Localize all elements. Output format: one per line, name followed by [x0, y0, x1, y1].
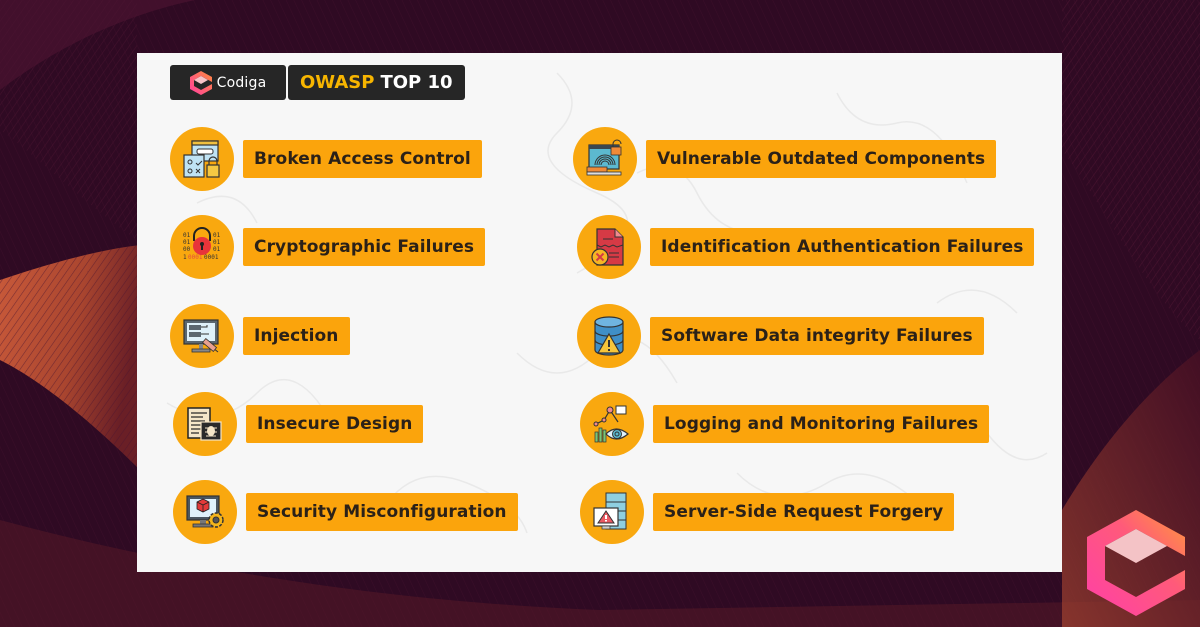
list-item-broken-access-control: Broken Access Control [170, 127, 482, 191]
svg-text:0001: 0001 [204, 254, 219, 261]
brand-name: Codiga [216, 74, 267, 91]
item-label: Vulnerable Outdated Components [646, 140, 997, 178]
database-warning-icon [577, 304, 641, 368]
svg-text:0001: 0001 [188, 254, 203, 261]
binary-lock-icon: 01 01 00 01 01 01 1 0001 0001 [170, 215, 234, 279]
svg-text:1: 1 [183, 254, 187, 261]
list-item-injection: Injection [170, 304, 350, 368]
list-item-cryptographic-failures: 01 01 00 01 01 01 1 0001 0001 Cryptographic Fa… [170, 215, 486, 279]
header: Codiga OWASP TOP 10 [170, 65, 465, 100]
title-accent: OWASP [300, 72, 375, 93]
item-label: Software Data integrity Failures [650, 317, 984, 355]
chart-eye-icon [580, 392, 644, 456]
item-label: Logging and Monitoring Failures [653, 405, 990, 443]
item-label: Cryptographic Failures [243, 228, 486, 266]
list-item-identification-authentication-failures: Identification Authentication Failures [577, 215, 1035, 279]
monitor-syringe-icon [170, 304, 234, 368]
codiga-logo-icon [189, 70, 212, 95]
list-item-logging-monitoring-failures: Logging and Monitoring Failures [580, 392, 990, 456]
code-bug-icon [173, 392, 237, 456]
monitor-gear-icon [173, 480, 237, 544]
list-item-software-data-integrity-failures: Software Data integrity Failures [577, 304, 984, 368]
svg-text:01: 01 [183, 239, 191, 246]
list-item-insecure-design: Insecure Design [173, 392, 424, 456]
list-item-security-misconfiguration: Security Misconfiguration [173, 480, 518, 544]
item-label: Insecure Design [246, 405, 424, 443]
broken-document-icon [577, 215, 641, 279]
fingerprint-laptop-icon [573, 127, 637, 191]
access-control-icon [170, 127, 234, 191]
list-item-server-side-request-forgery: Server-Side Request Forgery [580, 480, 955, 544]
page-title: OWASP TOP 10 [288, 65, 465, 100]
svg-text:01: 01 [213, 232, 221, 239]
item-label: Broken Access Control [243, 140, 482, 178]
item-label: Server-Side Request Forgery [653, 493, 955, 531]
codiga-large-logo-icon [1087, 510, 1185, 616]
svg-text:01: 01 [183, 232, 191, 239]
server-warning-icon [580, 480, 644, 544]
list-item-vulnerable-outdated-components: Vulnerable Outdated Components [573, 127, 997, 191]
item-label: Identification Authentication Failures [650, 228, 1035, 266]
brand-badge: Codiga [170, 65, 286, 100]
item-label: Security Misconfiguration [246, 493, 518, 531]
item-label: Injection [243, 317, 350, 355]
svg-text:01: 01 [213, 239, 221, 246]
title-rest: TOP 10 [380, 72, 453, 93]
svg-text:01: 01 [213, 246, 221, 253]
svg-text:00: 00 [183, 246, 191, 253]
owasp-card: Codiga OWASP TOP 10 Broken Access Contro… [137, 53, 1062, 572]
